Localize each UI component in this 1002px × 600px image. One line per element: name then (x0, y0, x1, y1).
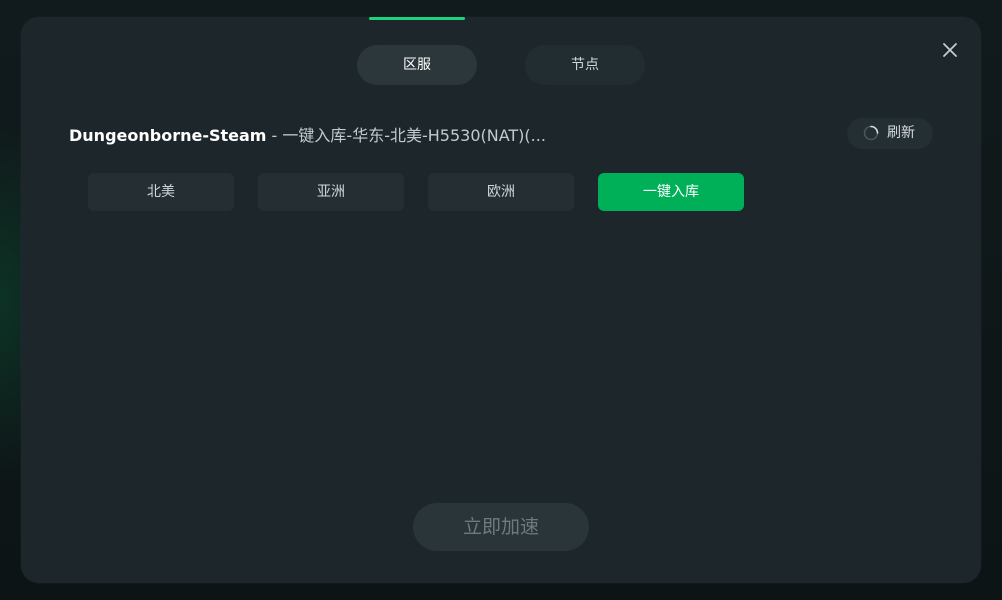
region-select-dialog: 区服 节点 Dungeonborne-Steam - 一键入库-华东-北美-H5… (21, 17, 981, 583)
tab-indicator (369, 17, 465, 20)
accelerate-now-button[interactable]: 立即加速 (413, 503, 589, 551)
route-title: Dungeonborne-Steam - 一键入库-华东-北美-H5530(NA… (69, 125, 546, 147)
refresh-label: 刷新 (887, 125, 915, 141)
close-button[interactable] (939, 39, 961, 61)
refresh-button[interactable]: 刷新 (847, 118, 933, 149)
close-icon (943, 43, 957, 57)
tab-node[interactable]: 节点 (525, 45, 645, 85)
region-north-america[interactable]: 北美 (88, 173, 234, 211)
region-europe[interactable]: 欧洲 (428, 173, 574, 211)
route-separator: - (266, 126, 283, 145)
refresh-spinner-icon (863, 125, 879, 141)
tab-server[interactable]: 区服 (357, 45, 477, 85)
tab-bar: 区服 节点 (357, 45, 645, 85)
region-asia[interactable]: 亚洲 (258, 173, 404, 211)
game-name: Dungeonborne-Steam (69, 126, 267, 145)
region-one-click-storage[interactable]: 一键入库 (598, 173, 744, 211)
route-path: 一键入库-华东-北美-H5530(NAT)(... (282, 126, 546, 145)
